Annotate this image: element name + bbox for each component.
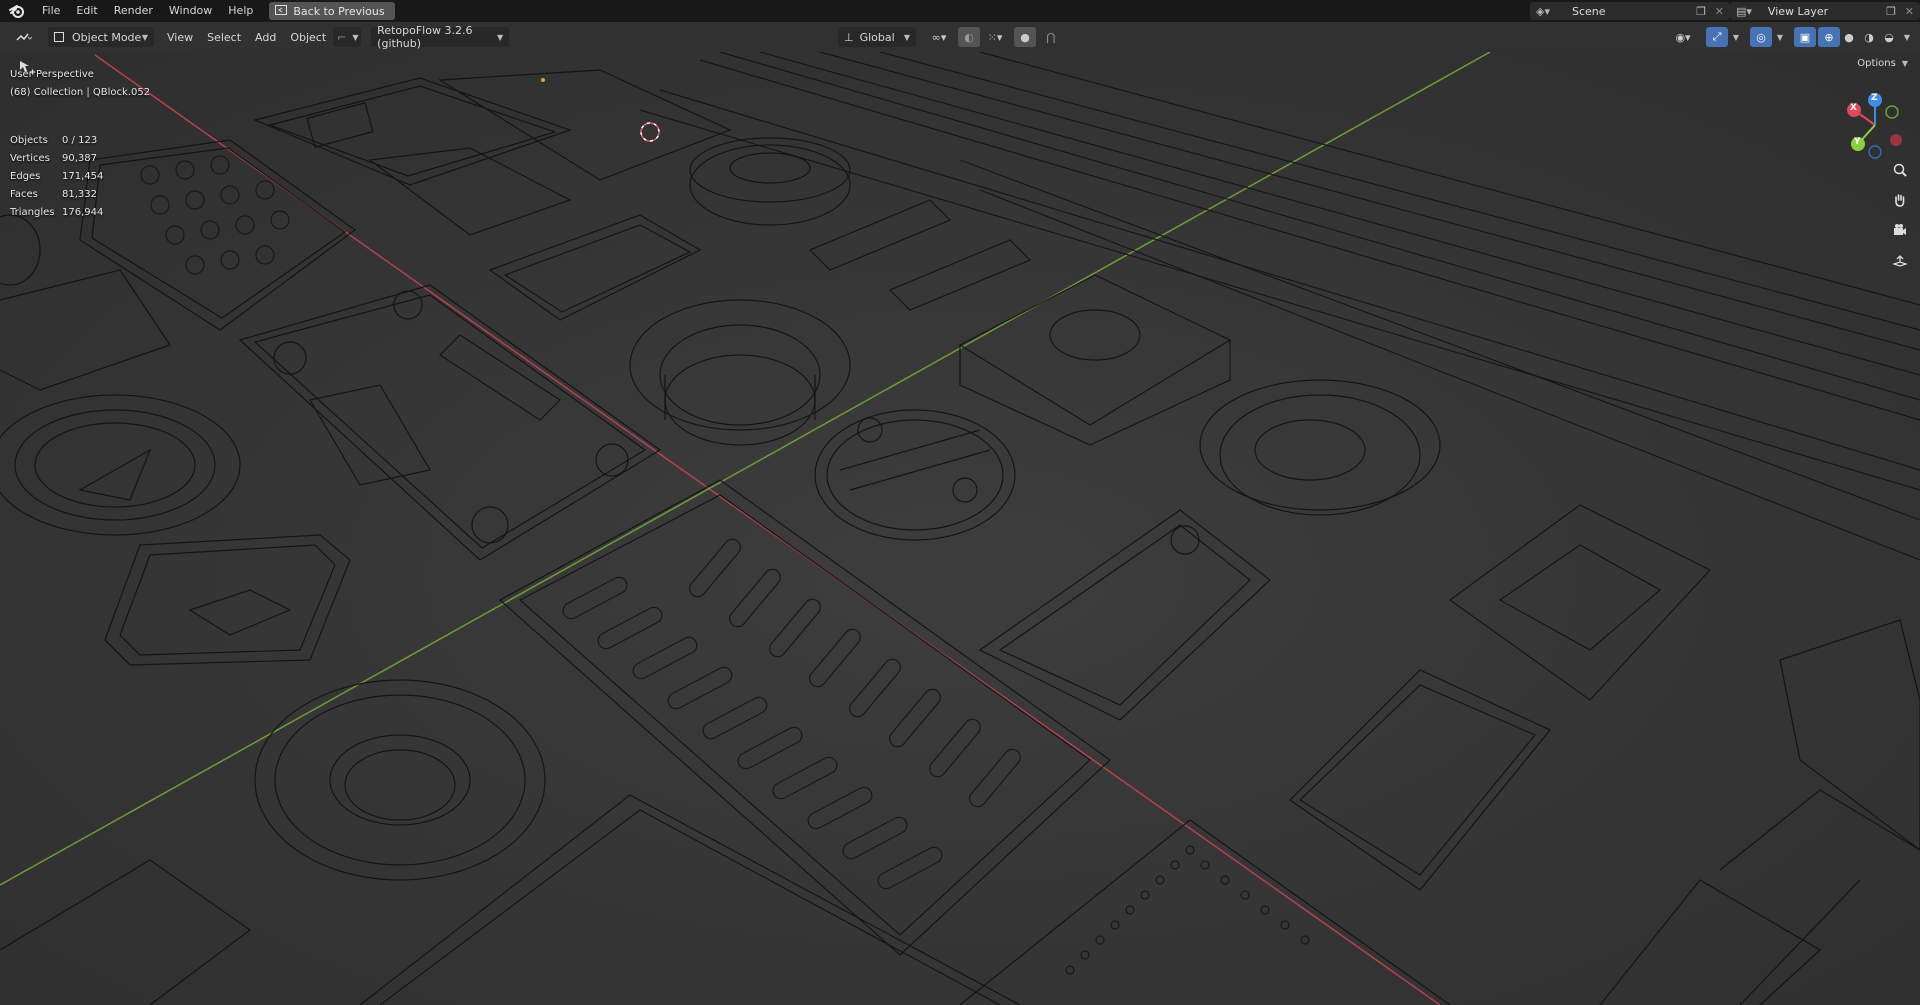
active-collection-label: (68) Collection | QBlock.052 [10, 87, 151, 98]
retopoflow-menu[interactable]: RetopoFlow 3.2.6 (github) ▼ [371, 24, 510, 50]
scene-statistics: Objects 0 / 123 Vertices 90,387 Edges 171,4… [10, 132, 103, 222]
top-bar: File Edit Render Window Help Back to Pre… [0, 0, 1920, 22]
chevron-down-icon: ▼ [497, 32, 504, 42]
overlay-icon[interactable]: ◎ [1750, 27, 1772, 47]
view-layer-name: View Layer [1767, 4, 1829, 18]
chevron-down-icon: ▼ [141, 32, 148, 42]
gizmo-toggle-icon[interactable]: ⤢ [1706, 27, 1728, 47]
scene-selector[interactable]: ◈▾ Scene ❐ ✕ [1530, 2, 1730, 20]
ortho-grid-icon[interactable] [1888, 248, 1912, 272]
viewport-header: Object Mode ▼ View Select Add Object ⌐ ▼ … [0, 22, 1920, 52]
menu-render[interactable]: Render [106, 0, 161, 22]
material-shading-icon[interactable]: ◑ [1858, 27, 1880, 47]
chevron-down-icon: ▼ [903, 32, 910, 42]
gizmo-dropdown[interactable]: ▼ [1728, 27, 1744, 47]
select-box-tool-icon[interactable] [16, 56, 38, 78]
retopoflow-label: RetopoFlow 3.2.6 (github) [377, 24, 473, 50]
mode-selector[interactable]: Object Mode ▼ [48, 27, 154, 47]
3d-viewport[interactable]: Z X Y User Perspective (68) Collection |… [0, 52, 1920, 1005]
view-layer-selector[interactable]: ▤▾ View Layer ❐ ✕ [1730, 2, 1920, 20]
rendered-shading-icon[interactable]: ◒ [1878, 27, 1900, 47]
back-to-previous-label: Back to Previous [293, 4, 385, 18]
transform-orientation-selector[interactable]: ⊥ Global ▼ [838, 27, 916, 47]
object-menu[interactable]: Object [283, 27, 333, 47]
copy-scene-icon[interactable]: ❐ [1696, 5, 1706, 18]
shading-dropdown[interactable]: ▼ [1898, 27, 1916, 47]
mode-selector-label: Object Mode [72, 30, 142, 44]
visibility-icon[interactable]: ◉▾ [1668, 27, 1698, 47]
view-layer-icon: ▤▾ [1736, 4, 1752, 18]
back-to-previous-button[interactable]: Back to Previous [269, 2, 395, 20]
stat-row: Vertices 90,387 [10, 153, 97, 164]
options-dropdown[interactable]: Options ▼ [1849, 54, 1916, 72]
add-menu[interactable]: Add [248, 27, 283, 47]
chevron-down-icon: ▼ [352, 32, 359, 42]
proportional-icon[interactable]: ● [1014, 27, 1036, 47]
transform-orientation-icon: ⊥ [844, 30, 854, 44]
object-extra-dropdown[interactable]: ⌐ ▼ [333, 27, 362, 47]
menu-window[interactable]: Window [161, 0, 220, 22]
camera-icon[interactable] [1888, 218, 1912, 242]
overlay-dropdown[interactable]: ▼ [1772, 27, 1788, 47]
editor-type-icon[interactable] [8, 27, 40, 47]
wireframe-shading-icon[interactable]: ⊕ [1818, 27, 1840, 47]
menu-file[interactable]: File [34, 0, 68, 22]
pivot-icon[interactable]: ∞▾ [924, 27, 954, 47]
scene-icon: ◈▾ [1536, 4, 1550, 18]
gizmo-y-label: Y [1854, 137, 1861, 147]
close-view-layer-icon[interactable]: ✕ [1905, 5, 1914, 18]
stat-row: Faces 81,332 [10, 189, 97, 200]
scene-name: Scene [1571, 4, 1606, 18]
navigation-gizmo[interactable]: Z X Y [1840, 90, 1910, 160]
proportional-falloff-icon[interactable]: ⋂ [1036, 27, 1066, 47]
xray-icon[interactable]: ▣ [1794, 27, 1816, 47]
stat-row: Objects 0 / 123 [10, 135, 98, 146]
stat-row: Triangles 176,944 [10, 207, 104, 218]
menu-edit[interactable]: Edit [68, 0, 105, 22]
back-icon [275, 4, 288, 18]
options-label: Options [1857, 57, 1896, 69]
snap-target-icon[interactable]: ⁙▾ [980, 27, 1010, 47]
blender-logo-icon[interactable] [0, 0, 34, 22]
select-menu[interactable]: Select [200, 27, 248, 47]
solid-shading-icon[interactable]: ● [1838, 27, 1860, 47]
wireframe-scene [0, 52, 1920, 1005]
gizmo-x-label: X [1850, 103, 1857, 113]
object-mode-icon [54, 32, 64, 42]
snap-icon[interactable]: ◐ [958, 27, 980, 47]
chevron-down-icon: ▼ [1901, 58, 1908, 68]
tool-settings-icon: ⌐ [337, 30, 347, 44]
zoom-icon[interactable] [1888, 158, 1912, 182]
transform-orientation-label: Global [859, 30, 895, 44]
close-scene-icon[interactable]: ✕ [1715, 5, 1724, 18]
menu-help[interactable]: Help [220, 0, 261, 22]
pan-hand-icon[interactable] [1888, 188, 1912, 212]
copy-view-layer-icon[interactable]: ❐ [1886, 5, 1896, 18]
view-menu[interactable]: View [160, 27, 200, 47]
stat-row: Edges 171,454 [10, 171, 104, 182]
gizmo-z-label: Z [1871, 93, 1878, 103]
